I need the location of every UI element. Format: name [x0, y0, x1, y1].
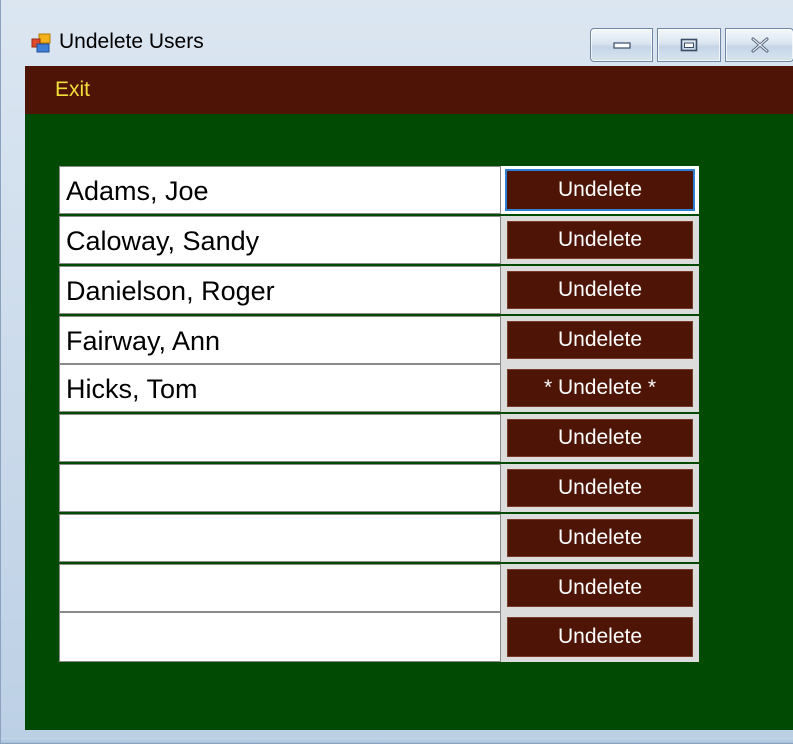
undelete-button-label: Undelete: [507, 271, 693, 309]
undelete-button-label: Undelete: [507, 469, 693, 507]
user-name-field[interactable]: [59, 564, 501, 612]
undelete-button-label: Undelete: [507, 617, 693, 657]
undelete-button-label: Undelete: [507, 321, 693, 359]
undelete-button[interactable]: Undelete: [501, 166, 699, 214]
user-name-field[interactable]: Caloway, Sandy: [59, 216, 501, 264]
maximize-button[interactable]: [657, 28, 721, 62]
user-name-field[interactable]: [59, 464, 501, 512]
user-name-field[interactable]: Fairway, Ann: [59, 316, 501, 364]
menu-bar: Exit: [25, 66, 793, 114]
undelete-button[interactable]: Undelete: [501, 316, 699, 364]
undelete-button-label: Undelete: [507, 419, 693, 457]
close-icon: [751, 37, 768, 53]
menu-item-exit[interactable]: Exit: [55, 78, 90, 102]
undelete-button-label: * Undelete *: [507, 369, 693, 407]
user-name-field[interactable]: [59, 612, 501, 662]
user-name-field[interactable]: Adams, Joe: [59, 166, 501, 214]
undelete-button[interactable]: Undelete: [501, 266, 699, 314]
close-button[interactable]: [725, 28, 793, 62]
minimize-button[interactable]: [590, 28, 653, 62]
title-bar[interactable]: Undelete Users: [1, 0, 793, 66]
undelete-button[interactable]: * Undelete *: [501, 364, 699, 412]
undelete-button[interactable]: Undelete: [501, 464, 699, 512]
minimize-icon: [612, 42, 631, 49]
undelete-button[interactable]: Undelete: [501, 564, 699, 612]
undelete-button[interactable]: Undelete: [501, 612, 699, 662]
undelete-button-label: Undelete: [505, 169, 695, 211]
user-name-field[interactable]: Danielson, Roger: [59, 266, 501, 314]
windows-form-icon[interactable]: [31, 33, 51, 53]
user-name-field[interactable]: [59, 514, 501, 562]
undelete-button-label: Undelete: [507, 221, 693, 259]
user-name-field[interactable]: Hicks, Tom: [59, 364, 501, 412]
undelete-button-label: Undelete: [507, 519, 693, 557]
undelete-button[interactable]: Undelete: [501, 414, 699, 462]
undelete-users-window: Undelete Users Exit Adams, Joe Undelete …: [0, 0, 793, 744]
undelete-button-label: Undelete: [507, 569, 693, 607]
maximize-icon: [680, 38, 698, 52]
user-name-field[interactable]: [59, 414, 501, 462]
undelete-button[interactable]: Undelete: [501, 216, 699, 264]
window-title: Undelete Users: [59, 30, 204, 53]
undelete-button[interactable]: Undelete: [501, 514, 699, 562]
